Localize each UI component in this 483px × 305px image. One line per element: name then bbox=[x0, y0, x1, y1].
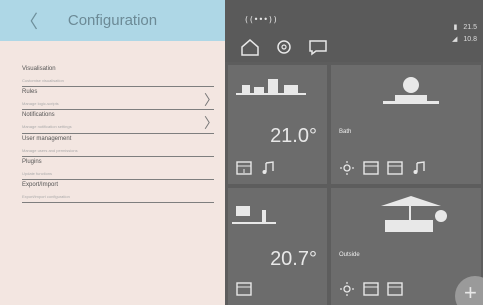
menu-item-label: User management bbox=[22, 135, 72, 142]
menu-item-subtitle: Customise visualisation bbox=[22, 78, 64, 83]
blind-icon[interactable] bbox=[236, 160, 252, 176]
office-illustration bbox=[232, 206, 276, 224]
chevron-right-icon: 〉 bbox=[204, 115, 218, 132]
system-value-2: 10.8 bbox=[463, 36, 477, 43]
blind-icon[interactable] bbox=[363, 281, 379, 297]
wifi-icon: ◢ bbox=[451, 36, 458, 43]
blind-icon[interactable] bbox=[387, 160, 403, 176]
room-name: Bath bbox=[339, 129, 352, 135]
tile-controls bbox=[236, 160, 276, 176]
room-tile-1[interactable]: 21.0° bbox=[228, 65, 327, 184]
menu-item-label: Rules bbox=[22, 89, 38, 96]
drawer-header: 〈 Configuration bbox=[0, 0, 225, 41]
config-menu: Visualisation Customise visualisation Ru… bbox=[22, 64, 218, 204]
light-icon[interactable] bbox=[339, 281, 355, 297]
menu-item-label: Visualisation bbox=[22, 66, 56, 72]
menu-item-label: Notifications bbox=[22, 112, 55, 119]
add-icon: + bbox=[464, 280, 477, 305]
menu-item-subtitle: Manage users and permissions bbox=[22, 147, 78, 153]
room-temperature: 21.0° bbox=[270, 125, 317, 147]
outside-illustration bbox=[381, 196, 447, 232]
brand-logo: ((•••)) bbox=[244, 15, 278, 24]
menu-item-notifications[interactable]: Notifications Manage notification settin… bbox=[22, 110, 218, 134]
menu-item-visualisation[interactable]: Visualisation Customise visualisation bbox=[22, 64, 214, 88]
room-name: Outside bbox=[339, 252, 360, 258]
room-tile-bath[interactable]: Bath bbox=[331, 65, 481, 184]
menu-item-subtitle: Manage logic-scripts bbox=[22, 101, 59, 107]
light-icon[interactable] bbox=[339, 160, 355, 176]
tile-controls bbox=[339, 281, 403, 297]
settings-icon[interactable] bbox=[274, 37, 294, 57]
menu-item-subtitle: Export/import configuration bbox=[22, 193, 70, 199]
thermometer-icon: ▮ bbox=[453, 24, 458, 31]
chevron-right-icon: 〉 bbox=[204, 92, 218, 109]
home-icon[interactable] bbox=[240, 37, 260, 57]
menu-item-label: Export/Import bbox=[22, 181, 59, 188]
room-temperature: 20.7° bbox=[270, 248, 317, 270]
bath-illustration bbox=[383, 77, 439, 104]
blind-icon[interactable] bbox=[387, 281, 403, 297]
room-tile-3[interactable]: 20.7° bbox=[228, 188, 327, 305]
tile-controls bbox=[339, 160, 427, 176]
tile-controls bbox=[236, 281, 252, 297]
system-status: ▮ 21.5 ◢ 10.8 bbox=[452, 22, 477, 46]
system-value-1: 21.5 bbox=[463, 24, 477, 31]
blind-icon[interactable] bbox=[363, 160, 379, 176]
page-title: Configuration bbox=[67, 12, 158, 29]
blind-icon[interactable] bbox=[236, 281, 252, 297]
menu-item-rules[interactable]: Rules Manage logic-scripts 〉 bbox=[22, 87, 218, 111]
menu-item-subtitle: Manage notification settings bbox=[22, 124, 72, 130]
menu-item-plugins[interactable]: Plugins Update functions bbox=[22, 157, 214, 180]
menu-item-label: Plugins bbox=[22, 158, 42, 165]
menu-item-export-import[interactable]: Export/Import Export/import configuratio… bbox=[22, 180, 214, 204]
top-nav bbox=[240, 37, 328, 57]
music-icon[interactable] bbox=[411, 160, 427, 176]
music-icon[interactable] bbox=[260, 160, 276, 176]
living-room-illustration bbox=[236, 79, 306, 95]
chat-icon[interactable] bbox=[308, 37, 328, 57]
menu-item-subtitle: Update functions bbox=[22, 170, 53, 176]
configuration-drawer: 〈 Configuration Visualisation Customise … bbox=[0, 0, 225, 305]
menu-item-user-management[interactable]: User management Manage users and permiss… bbox=[22, 134, 214, 157]
